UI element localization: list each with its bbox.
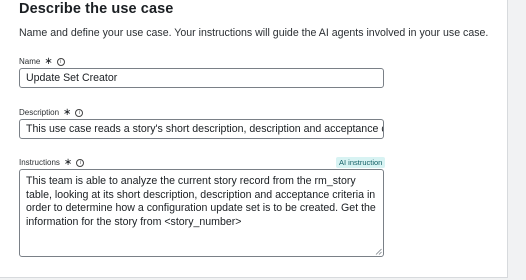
asterisk-icon: ∗ [63,156,73,168]
asterisk-icon: ∗ [63,106,72,118]
instructions-textarea[interactable]: This team is able to analyze the current… [19,169,384,257]
instructions-label: Instructions [19,158,60,167]
name-input[interactable]: Update Set Creator [19,68,384,88]
name-label-row: Name ∗ i [19,55,65,67]
info-icon[interactable]: i [75,108,84,117]
asterisk-icon: ∗ [44,55,53,67]
section-title: Describe the use case [19,1,174,17]
description-input[interactable]: This use case reads a story's short desc… [19,119,384,139]
description-label-row: Description ∗ i [19,106,84,118]
section-subtitle: Name and define your use case. Your inst… [19,27,489,39]
use-case-card: Describe the use case Name and define yo… [0,0,508,278]
instructions-label-row: Instructions ∗ i [19,156,85,168]
description-label: Description [19,108,60,117]
resize-handle-icon[interactable] [375,248,382,255]
name-label: Name [19,57,41,66]
info-icon[interactable]: i [76,158,85,167]
instructions-text: This team is able to analyze the current… [26,175,376,228]
info-icon[interactable]: i [56,57,65,66]
ai-instruction-badge: AI instruction [336,157,386,168]
